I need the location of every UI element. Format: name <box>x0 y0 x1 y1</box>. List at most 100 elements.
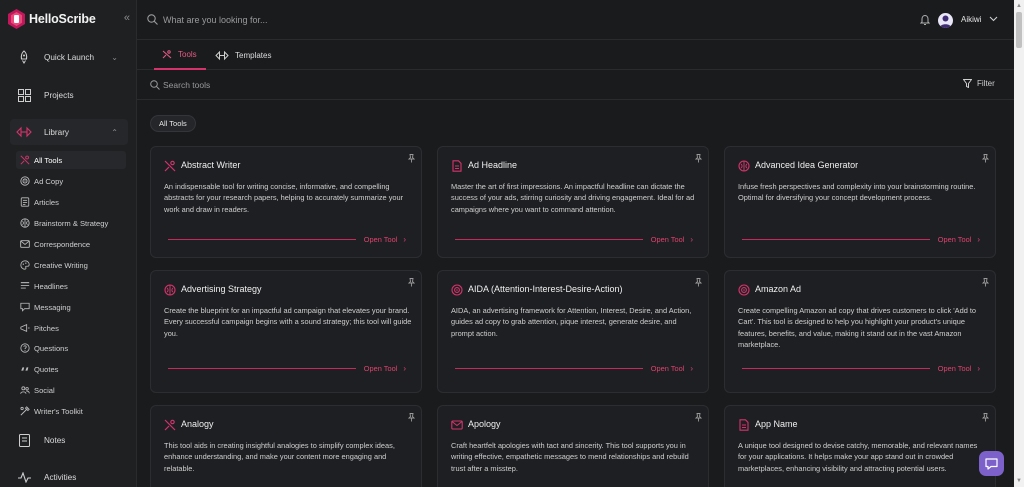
sidebar-library-item[interactable]: Writer's Toolkit <box>16 402 126 420</box>
grid-icon <box>16 87 32 103</box>
chat-icon <box>985 457 998 470</box>
sidebar-item-label: Quick Launch <box>44 52 95 62</box>
sidebar-library-item[interactable]: Pitches <box>16 319 126 337</box>
sidebar-item-library[interactable]: Library ⌃ <box>10 119 128 145</box>
chevron-right-icon: › <box>977 234 980 244</box>
tool-card[interactable]: Abstract Writer An indispensable tool for… <box>150 146 422 258</box>
sidebar-library-item[interactable]: Quotes <box>16 360 126 378</box>
tool-card-title: App Name <box>755 419 798 429</box>
bell-icon[interactable] <box>920 14 930 26</box>
sidebar-library-item-label: All Tools <box>34 155 63 165</box>
pin-icon[interactable] <box>407 150 416 163</box>
pitch-icon <box>20 323 30 333</box>
global-search-input[interactable] <box>163 11 563 29</box>
pin-icon[interactable] <box>694 409 703 422</box>
sidebar-item-activities[interactable]: Activities <box>10 464 128 487</box>
tool-card-description: An indispensable tool for writing concis… <box>164 182 404 214</box>
divider <box>742 238 930 240</box>
sidebar-library-item[interactable]: Ad Copy <box>16 172 126 190</box>
pin-icon[interactable] <box>694 150 703 163</box>
tool-card[interactable]: AIDA (Attention-Interest-Desire-Action) A… <box>437 270 709 393</box>
sidebar-item-quick-launch[interactable]: Quick Launch ⌄ <box>10 44 128 70</box>
open-tool-link[interactable]: Open Tool › <box>455 363 693 373</box>
sidebar-library-item[interactable]: Headlines <box>16 277 126 295</box>
chevron-down-icon[interactable] <box>989 15 998 23</box>
social-icon <box>20 385 30 395</box>
open-tool-link[interactable]: Open Tool › <box>168 363 406 373</box>
sidebar-library-item-label: Headlines <box>34 281 68 291</box>
chevron-right-icon: › <box>690 363 693 373</box>
sidebar-library-item[interactable]: All Tools <box>16 151 126 169</box>
filter-label: Filter <box>977 79 995 88</box>
sidebar-item-label: Notes <box>44 435 66 445</box>
divider <box>168 367 356 369</box>
chat-support-button[interactable] <box>979 451 1004 476</box>
palette-icon <box>20 260 30 270</box>
pin-icon[interactable] <box>981 150 990 163</box>
divider <box>742 367 930 369</box>
filter-icon <box>963 79 972 88</box>
pin-icon[interactable] <box>407 274 416 287</box>
scrollbar[interactable]: ▲ ▼ <box>1014 0 1024 487</box>
tool-card-description: Create the blueprint for an impactful ad… <box>164 306 412 338</box>
pin-icon[interactable] <box>407 409 416 422</box>
tool-card[interactable]: Amazon Ad Create compelling Amazon ad cop… <box>724 270 996 393</box>
sidebar-library-item-label: Messaging <box>34 302 71 312</box>
scroll-up-arrow-icon[interactable]: ▲ <box>1016 3 1022 9</box>
filter-button[interactable]: Filter <box>963 79 995 88</box>
tool-card-title: Abstract Writer <box>181 160 241 170</box>
sidebar-library-item[interactable]: Correspondence <box>16 235 126 253</box>
tool-card[interactable]: Apology Craft heartfelt apologies with ta… <box>437 405 709 487</box>
tool-card[interactable]: Advertising Strategy Create the blueprint… <box>150 270 422 393</box>
sidebar-library-item[interactable]: Social <box>16 381 126 399</box>
avatar[interactable] <box>938 13 953 28</box>
sidebar-item-label: Activities <box>44 472 77 482</box>
tool-card-title: Amazon Ad <box>755 284 802 294</box>
tool-card[interactable]: App Name A unique tool designed to devise… <box>724 405 996 487</box>
tool-card-description: Infuse fresh perspectives and complexity… <box>738 182 976 203</box>
open-tool-link[interactable]: Open Tool › <box>742 234 980 244</box>
username[interactable]: Aikiwi <box>961 15 981 24</box>
logo[interactable]: HelloScribe « <box>8 9 130 29</box>
tools-icon <box>164 418 176 431</box>
scrollbar-thumb[interactable] <box>1016 12 1022 48</box>
logo-icon <box>8 9 25 29</box>
sidebar-library-item[interactable]: Creative Writing <box>16 256 126 274</box>
sidebar: HelloScribe « Quick Launch ⌄ Projects Li… <box>0 0 137 487</box>
tab-tools[interactable]: Tools <box>154 40 206 70</box>
sidebar-library-item[interactable]: Brainstorm & Strategy <box>16 214 126 232</box>
tool-card-description: A unique tool designed to devise catchy,… <box>738 441 978 473</box>
templates-icon <box>215 50 229 61</box>
tab-templates[interactable]: Templates <box>215 40 271 70</box>
tools-search-input[interactable] <box>163 76 563 94</box>
sidebar-item-projects[interactable]: Projects <box>10 82 128 108</box>
sidebar-library-item-label: Pitches <box>34 323 59 333</box>
sidebar-library-item[interactable]: Questions <box>16 339 126 357</box>
document-icon <box>451 159 463 172</box>
tool-card[interactable]: Advanced Idea Generator Infuse fresh pers… <box>724 146 996 258</box>
chevron-right-icon: › <box>977 363 980 373</box>
chevron-right-icon: › <box>403 363 406 373</box>
sidebar-library-item[interactable]: Articles <box>16 193 126 211</box>
pin-icon[interactable] <box>694 274 703 287</box>
sidebar-library-item[interactable]: Messaging <box>16 298 126 316</box>
open-tool-link[interactable]: Open Tool › <box>168 234 406 244</box>
search-icon <box>147 14 158 25</box>
open-tool-link[interactable]: Open Tool › <box>742 363 980 373</box>
sidebar-library-item-label: Articles <box>34 197 59 207</box>
sidebar-item-notes[interactable]: Notes <box>10 427 128 453</box>
activity-icon <box>16 469 32 485</box>
tool-card[interactable]: Analogy This tool aids in creating insigh… <box>150 405 422 487</box>
pin-icon[interactable] <box>981 409 990 422</box>
filter-chip-all-tools[interactable]: All Tools <box>150 115 196 132</box>
chevron-right-icon: › <box>690 234 693 244</box>
double-chevron-left-icon[interactable]: « <box>124 12 130 24</box>
scroll-down-arrow-icon[interactable]: ▼ <box>1016 478 1022 484</box>
target-icon <box>20 176 30 186</box>
app-name: HelloScribe <box>29 12 96 26</box>
sidebar-library-item-label: Creative Writing <box>34 260 88 270</box>
tool-card[interactable]: Ad Headline Master the art of first impre… <box>437 146 709 258</box>
article-icon <box>20 197 30 207</box>
pin-icon[interactable] <box>981 274 990 287</box>
open-tool-link[interactable]: Open Tool › <box>455 234 693 244</box>
